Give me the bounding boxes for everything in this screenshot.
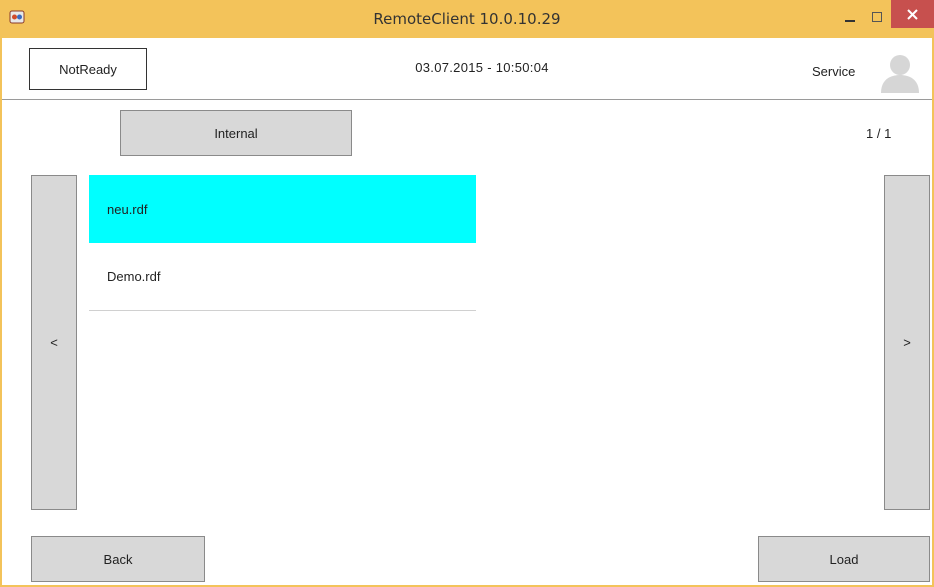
close-button[interactable]	[891, 0, 934, 28]
file-list-item[interactable]: neu.rdf	[89, 175, 476, 243]
title-bar[interactable]: RemoteClient 10.0.10.29	[0, 0, 934, 38]
close-icon	[907, 9, 918, 20]
user-label: Service	[812, 64, 856, 79]
source-internal-button[interactable]: Internal	[120, 110, 352, 156]
window-title: RemoteClient 10.0.10.29	[373, 10, 561, 28]
status-indicator: NotReady	[29, 48, 147, 90]
maximize-icon[interactable]	[864, 8, 890, 28]
file-list: neu.rdf Demo.rdf	[89, 175, 476, 315]
back-button[interactable]: Back	[31, 536, 205, 582]
next-page-button[interactable]: >	[884, 175, 930, 510]
load-button[interactable]: Load	[758, 536, 930, 582]
user-avatar-icon[interactable]	[879, 51, 921, 93]
minimize-icon[interactable]	[837, 8, 863, 28]
file-list-item[interactable]: Demo.rdf	[89, 243, 476, 311]
header-bar: NotReady 03.07.2015 - 10:50:04 Service	[2, 38, 932, 100]
date-time-display: 03.07.2015 - 10:50:04	[415, 60, 549, 75]
page-counter: 1 / 1	[866, 126, 892, 141]
remote-client-window: RemoteClient 10.0.10.29 NotReady 03.07.2…	[0, 0, 934, 587]
client-area: NotReady 03.07.2015 - 10:50:04 Service I…	[2, 38, 932, 585]
previous-page-button[interactable]: <	[31, 175, 77, 510]
